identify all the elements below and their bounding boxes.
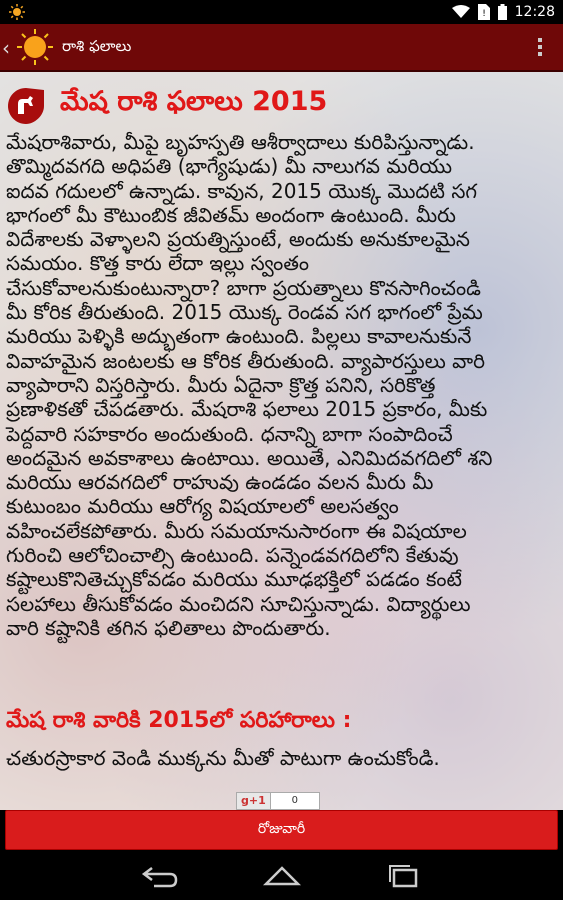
horoscope-content[interactable]: మేష రాశి ఫలాలు 2015 మేషరాశివారు, మీపై బృ… [0,72,563,810]
back-chevron-icon[interactable]: ‹ [2,36,10,60]
status-time: 12:28 [514,4,555,20]
back-nav-icon[interactable] [140,862,180,890]
daily-horoscope-button[interactable]: రోజువారీ [5,810,558,850]
sun-logo-icon[interactable] [16,28,54,66]
plus-one-label: g+1 [236,792,271,810]
action-bar-title: రాశి ఫలాలు [62,37,132,55]
navigation-bar [0,852,563,900]
aries-sign-icon [8,88,44,124]
overflow-menu-icon[interactable] [538,38,543,59]
no-sim-icon: ! [477,4,490,20]
plus-one-count: 0 [270,792,320,810]
horoscope-paragraph: మేషరాశివారు, మీపై బృహస్పతి ఆశీర్వాదాలు క… [6,130,493,640]
remedy-text: చతురస్రాకార వెండి ముక్కను మీతో పాటుగా ఉం… [6,746,440,770]
action-bar: ‹ రాశి ఫలాలు [0,24,563,72]
remedy-heading: మేష రాశి వారికి 2015లో పరిహారాలు : [6,708,352,733]
wifi-icon [451,5,470,18]
status-bar: ! 12:28 [0,0,563,24]
home-nav-icon[interactable] [262,862,302,890]
recent-apps-nav-icon[interactable] [384,862,424,890]
battery-icon [497,4,507,20]
heading-row: మేష రాశి ఫలాలు 2015 [6,82,556,126]
page-heading: మేష రాశి ఫలాలు 2015 [60,86,328,117]
sun-notification-icon [9,4,25,20]
google-plus-one-button[interactable]: g+1 0 [236,792,320,810]
svg-text:!: ! [482,9,486,19]
